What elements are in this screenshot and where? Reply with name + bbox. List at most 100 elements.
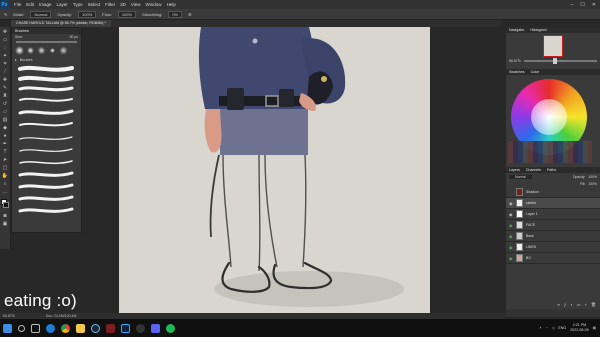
menu-view[interactable]: View (131, 2, 141, 7)
app-icon[interactable] (106, 323, 115, 333)
new-layer-icon[interactable]: + (585, 302, 587, 307)
layer-name[interactable]: BG (526, 256, 531, 260)
crop-tool-icon[interactable]: ⌗ (2, 61, 9, 67)
layer-name[interactable]: LINES (526, 245, 536, 249)
layer-row[interactable]: ◉ LINES (506, 242, 600, 253)
layer-name[interactable]: sketch (526, 201, 536, 205)
menu-type[interactable]: Type (73, 2, 83, 7)
eye-icon[interactable]: ◉ (509, 256, 513, 261)
status-zoom[interactable]: 66.67% (3, 314, 15, 318)
folder-icon[interactable]: ▭ (577, 302, 581, 307)
pen-tool-icon[interactable]: ✒ (2, 141, 9, 147)
brush-preset[interactable] (59, 46, 68, 55)
zoom-tool-icon[interactable]: ⌕ (2, 181, 9, 187)
layer-row[interactable]: ◉ sketch (506, 198, 600, 209)
trash-icon[interactable]: 🗑 (591, 302, 596, 307)
layer-row[interactable]: ◉ Layer 1 (506, 209, 600, 220)
file-explorer-icon[interactable] (76, 323, 85, 333)
brush-preset[interactable] (15, 46, 24, 55)
chrome-icon[interactable] (61, 323, 70, 333)
menu-layer[interactable]: Layer (57, 2, 68, 7)
document-canvas[interactable] (119, 27, 430, 318)
layer-name[interactable]: FACE (526, 223, 535, 227)
smoothing-field[interactable]: 0% (168, 10, 183, 18)
dodge-tool-icon[interactable]: ● (2, 133, 9, 139)
layer-row[interactable]: ◉ FACE (506, 220, 600, 231)
zoom-slider-handle[interactable] (553, 58, 558, 64)
gear-icon[interactable]: ⚙ (188, 12, 192, 17)
layer-row[interactable]: Shadow (506, 187, 600, 198)
brush-size-slider[interactable] (16, 41, 77, 43)
marquee-tool-icon[interactable]: ▭ (2, 37, 9, 43)
fx-icon[interactable]: ƒ (564, 302, 566, 307)
edge-icon[interactable] (46, 323, 55, 333)
healing-tool-icon[interactable]: ✚ (2, 77, 9, 83)
discord-icon[interactable] (151, 323, 160, 333)
menu-help[interactable]: Help (167, 2, 176, 7)
folder-icon[interactable]: ▸ (15, 58, 17, 62)
steam-icon[interactable] (91, 323, 100, 333)
photoshop-taskbar-icon[interactable] (121, 323, 130, 333)
more-tools-icon[interactable]: … (2, 189, 9, 195)
minimize-button[interactable]: – (571, 2, 574, 8)
lasso-tool-icon[interactable]: ◌ (2, 45, 9, 51)
brush-tool-icon[interactable]: ✎ (2, 85, 9, 91)
eye-icon[interactable]: ◉ (509, 234, 513, 239)
tab-channels[interactable]: Channels (526, 167, 541, 173)
brush-tool-icon[interactable]: ✎ (4, 12, 7, 17)
flow-field[interactable]: 100% (117, 10, 137, 18)
navigator-zoom-slider[interactable] (523, 58, 597, 64)
layer-name[interactable]: Layer 1 (526, 212, 538, 216)
hand-tool-icon[interactable]: ✋ (2, 173, 9, 179)
type-tool-icon[interactable]: T (2, 149, 9, 155)
brush-size-value[interactable]: 30 px (69, 35, 78, 39)
tab-paths[interactable]: Paths (547, 167, 556, 173)
document-tab[interactable]: CHASE HAROLD TALLAM @ 66.7% (sketch, RGB… (11, 20, 111, 27)
language-indicator[interactable]: ENG (558, 326, 566, 330)
volume-icon[interactable]: ◁ (552, 326, 555, 330)
network-icon[interactable]: ◔ (545, 326, 547, 330)
notification-icon[interactable]: ▤ (593, 326, 596, 330)
path-select-icon[interactable]: ➤ (2, 157, 9, 163)
eye-icon[interactable]: ◉ (509, 245, 513, 250)
mode-select[interactable]: Normal (30, 10, 52, 18)
menu-window[interactable]: Window (146, 2, 162, 7)
quick-mask-icon[interactable]: ◙ (2, 213, 9, 219)
brush-stroke-list[interactable] (12, 63, 81, 223)
eraser-tool-icon[interactable]: ▱ (2, 109, 9, 115)
navigator-zoom-value[interactable]: 66.67% (509, 59, 521, 63)
mask-icon[interactable]: ◐ (570, 302, 572, 307)
brush-preset[interactable] (26, 46, 35, 55)
menu-3d[interactable]: 3D (120, 2, 126, 7)
eye-icon[interactable]: ◉ (509, 201, 513, 206)
tab-swatches[interactable]: Swatches (509, 69, 525, 75)
eyedropper-tool-icon[interactable]: ⁄ (2, 69, 9, 75)
stamp-tool-icon[interactable]: ♜ (2, 93, 9, 99)
link-layers-icon[interactable]: ∞ (557, 302, 560, 307)
brush-preset[interactable] (37, 46, 46, 55)
tab-color[interactable]: Color (531, 69, 540, 75)
history-brush-icon[interactable]: ↺ (2, 101, 9, 107)
spotify-icon[interactable] (166, 323, 175, 333)
menu-select[interactable]: Select (88, 2, 101, 7)
menu-file[interactable]: File (14, 2, 21, 7)
menu-image[interactable]: Image (39, 2, 52, 7)
navigator-preview[interactable] (543, 35, 563, 57)
clock[interactable]: 2:21 PM 2022-08-09 (570, 323, 588, 333)
close-button[interactable]: ✕ (592, 2, 596, 8)
layer-name[interactable]: Shadow (526, 190, 539, 194)
screen-mode-icon[interactable]: ▣ (2, 221, 9, 227)
layer-row[interactable]: ◉ Base (506, 231, 600, 242)
color-swatches-icon[interactable] (0, 199, 10, 211)
gradient-tool-icon[interactable]: ▤ (2, 117, 9, 123)
tab-layers[interactable]: Layers (509, 167, 520, 173)
tab-histogram[interactable]: Histogram (530, 27, 546, 33)
layer-name[interactable]: Base (526, 234, 534, 238)
layer-opacity-field[interactable]: 100% (588, 175, 597, 179)
move-tool-icon[interactable]: ✥ (2, 29, 9, 35)
magic-wand-tool-icon[interactable]: ✦ (2, 53, 9, 59)
windows-start-icon[interactable] (3, 323, 12, 333)
menu-filter[interactable]: Filter (105, 2, 115, 7)
blend-mode-select[interactable]: Normal (509, 175, 532, 179)
swatch-grid[interactable] (508, 141, 592, 163)
